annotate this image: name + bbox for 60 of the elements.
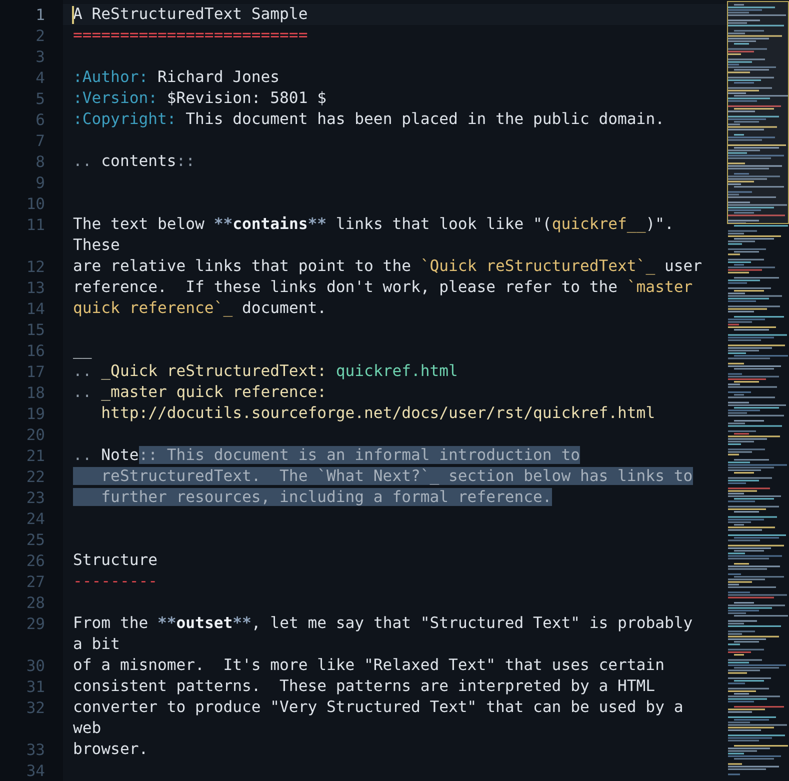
line-number: 34 [26, 762, 46, 780]
code-line: .. _Quick reStructuredText: quickref.html [73, 361, 458, 382]
line-number: 4 [36, 69, 46, 87]
code-line: .. _master quick reference: [73, 382, 326, 403]
line-number: 6 [36, 111, 46, 129]
code-line: a bit [73, 634, 120, 655]
code-line: :Copyright: This document has been placed in the public domain. [73, 109, 664, 130]
line-number: 9 [36, 174, 46, 192]
code-line: quick reference`_ document. [73, 298, 326, 319]
line-number: 23 [26, 489, 46, 507]
line-number: 10 [26, 195, 46, 213]
code-line: http://docutils.sourceforge.net/docs/user/rst/quickref.html [100, 403, 656, 424]
line-number: 30 [26, 657, 46, 675]
line-number: 21 [26, 447, 46, 465]
minimap-drawing[interactable] [727, 1, 789, 776]
code-line: :Version: $Revision: 5801 $ [73, 88, 326, 109]
code-line: web [73, 718, 102, 739]
code-line: of a misnomer. It's more like "Relaxed Text" that uses certain [73, 655, 664, 676]
code-line: __ [73, 340, 92, 361]
line-number: 31 [26, 678, 46, 696]
line-number: 7 [36, 132, 46, 150]
line-number: 26 [26, 552, 46, 570]
line-number: 24 [26, 510, 46, 528]
line-number: 11 [26, 216, 46, 234]
line-number: 1 [36, 6, 46, 24]
line-number: 13 [26, 279, 46, 297]
code-line: converter to produce "Very Structured Text" that can be used by a [73, 697, 684, 718]
line-number: 19 [26, 405, 46, 423]
line-number: 17 [26, 363, 46, 381]
line-number: 22 [26, 468, 46, 486]
line-number: 25 [26, 531, 46, 549]
code-line: The text below **contains** links that look like "(quickref__)". [73, 214, 674, 235]
code-line: --------- [73, 571, 158, 592]
code-line: :Author: Richard Jones [73, 67, 280, 88]
code-line: .. contents:: [73, 151, 196, 172]
line-number: 8 [36, 153, 46, 171]
line-number: 15 [26, 321, 46, 339]
line-number: 16 [26, 342, 46, 360]
code-line: From the **outset**, let me say that "Structured Text" is probably [73, 613, 693, 634]
line-number: 32 [26, 699, 46, 717]
line-number: 29 [26, 615, 46, 633]
code-line: Structure [73, 550, 158, 571]
code-line: are relative links that point to the `Quick reStructuredText`_ user [73, 256, 702, 277]
code-line: ========================= [73, 25, 308, 46]
line-number: 18 [26, 384, 46, 402]
line-number: 27 [26, 573, 46, 591]
line-number: 20 [26, 426, 46, 444]
code-line: consistent patterns. These patterns are interpreted by a HTML [73, 676, 656, 697]
code-line: A ReStructuredText Sample [73, 4, 308, 25]
code-line: These [73, 235, 120, 256]
line-number: 5 [36, 90, 46, 108]
line-number: 2 [36, 27, 46, 45]
text-cursor [72, 6, 74, 24]
line-number: 14 [26, 300, 46, 318]
code-line: browser. [73, 739, 148, 760]
line-number: 28 [26, 594, 46, 612]
line-number: 3 [36, 48, 46, 66]
line-number: 12 [26, 258, 46, 276]
code-line: reference. If these links don't work, please refer to the `master [73, 277, 693, 298]
line-number: 33 [26, 741, 46, 759]
